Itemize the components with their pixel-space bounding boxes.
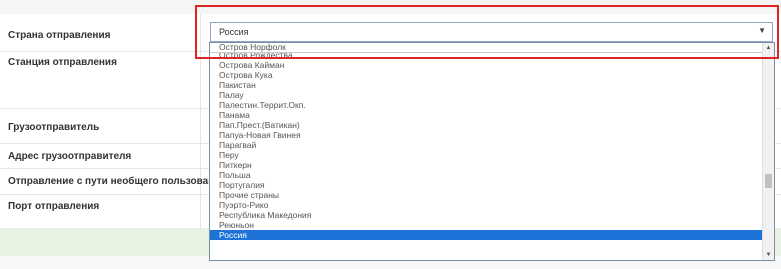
- country-option[interactable]: Польша: [210, 170, 762, 180]
- select-value: Россия: [219, 27, 249, 37]
- country-option[interactable]: Перу: [210, 150, 762, 160]
- scroll-down-icon[interactable]: ▼: [763, 250, 774, 260]
- country-option[interactable]: Питкерн: [210, 160, 762, 170]
- country-option[interactable]: Острова Кука: [210, 70, 762, 80]
- top-band: [0, 0, 781, 14]
- country-option[interactable]: Россия: [210, 230, 762, 240]
- option-list: Остров Норфолк Остров Рождества Острова Ка…: [210, 43, 762, 240]
- country-option[interactable]: Папуа-Новая Гвинея: [210, 130, 762, 140]
- scroll-up-icon[interactable]: ▲: [763, 43, 774, 53]
- scroll-thumb[interactable]: [765, 174, 772, 188]
- country-option[interactable]: Прочие страны: [210, 190, 762, 200]
- country-option[interactable]: Республика Македония: [210, 210, 762, 220]
- country-option[interactable]: Пакистан: [210, 80, 762, 90]
- caret-down-icon: ▼: [758, 26, 766, 35]
- dropdown-scrollbar[interactable]: ▲ ▼: [762, 43, 774, 260]
- departure-country-select[interactable]: Россия ▼: [210, 22, 773, 42]
- country-option[interactable]: Пуэрто-Рико: [210, 200, 762, 210]
- country-option[interactable]: Пап.Прест.(Ватикан): [210, 120, 762, 130]
- shipper-label: Грузоотправитель: [8, 122, 100, 133]
- country-option[interactable]: Реюньон: [210, 220, 762, 230]
- country-option[interactable]: Остров Рождества: [210, 53, 762, 60]
- departure-station-label: Станция отправления: [8, 57, 117, 68]
- country-option[interactable]: Португалия: [210, 180, 762, 190]
- non-public-track-label: Отправление с пути необщего пользования: [8, 176, 227, 187]
- shipper-address-label: Адрес грузоотправителя: [8, 151, 132, 162]
- departure-country-label: Страна отправления: [8, 30, 111, 41]
- country-option[interactable]: Палестин.Террит.Окп.: [210, 100, 762, 110]
- country-option[interactable]: Палау: [210, 90, 762, 100]
- country-dropdown-list[interactable]: Остров Норфолк Остров Рождества Острова Ка…: [209, 42, 775, 261]
- country-option[interactable]: Острова Кайман: [210, 60, 762, 70]
- departure-port-label: Порт отправления: [8, 201, 100, 212]
- country-option[interactable]: Панама: [210, 110, 762, 120]
- country-option[interactable]: Остров Норфолк: [210, 43, 762, 53]
- country-option[interactable]: Парагвай: [210, 140, 762, 150]
